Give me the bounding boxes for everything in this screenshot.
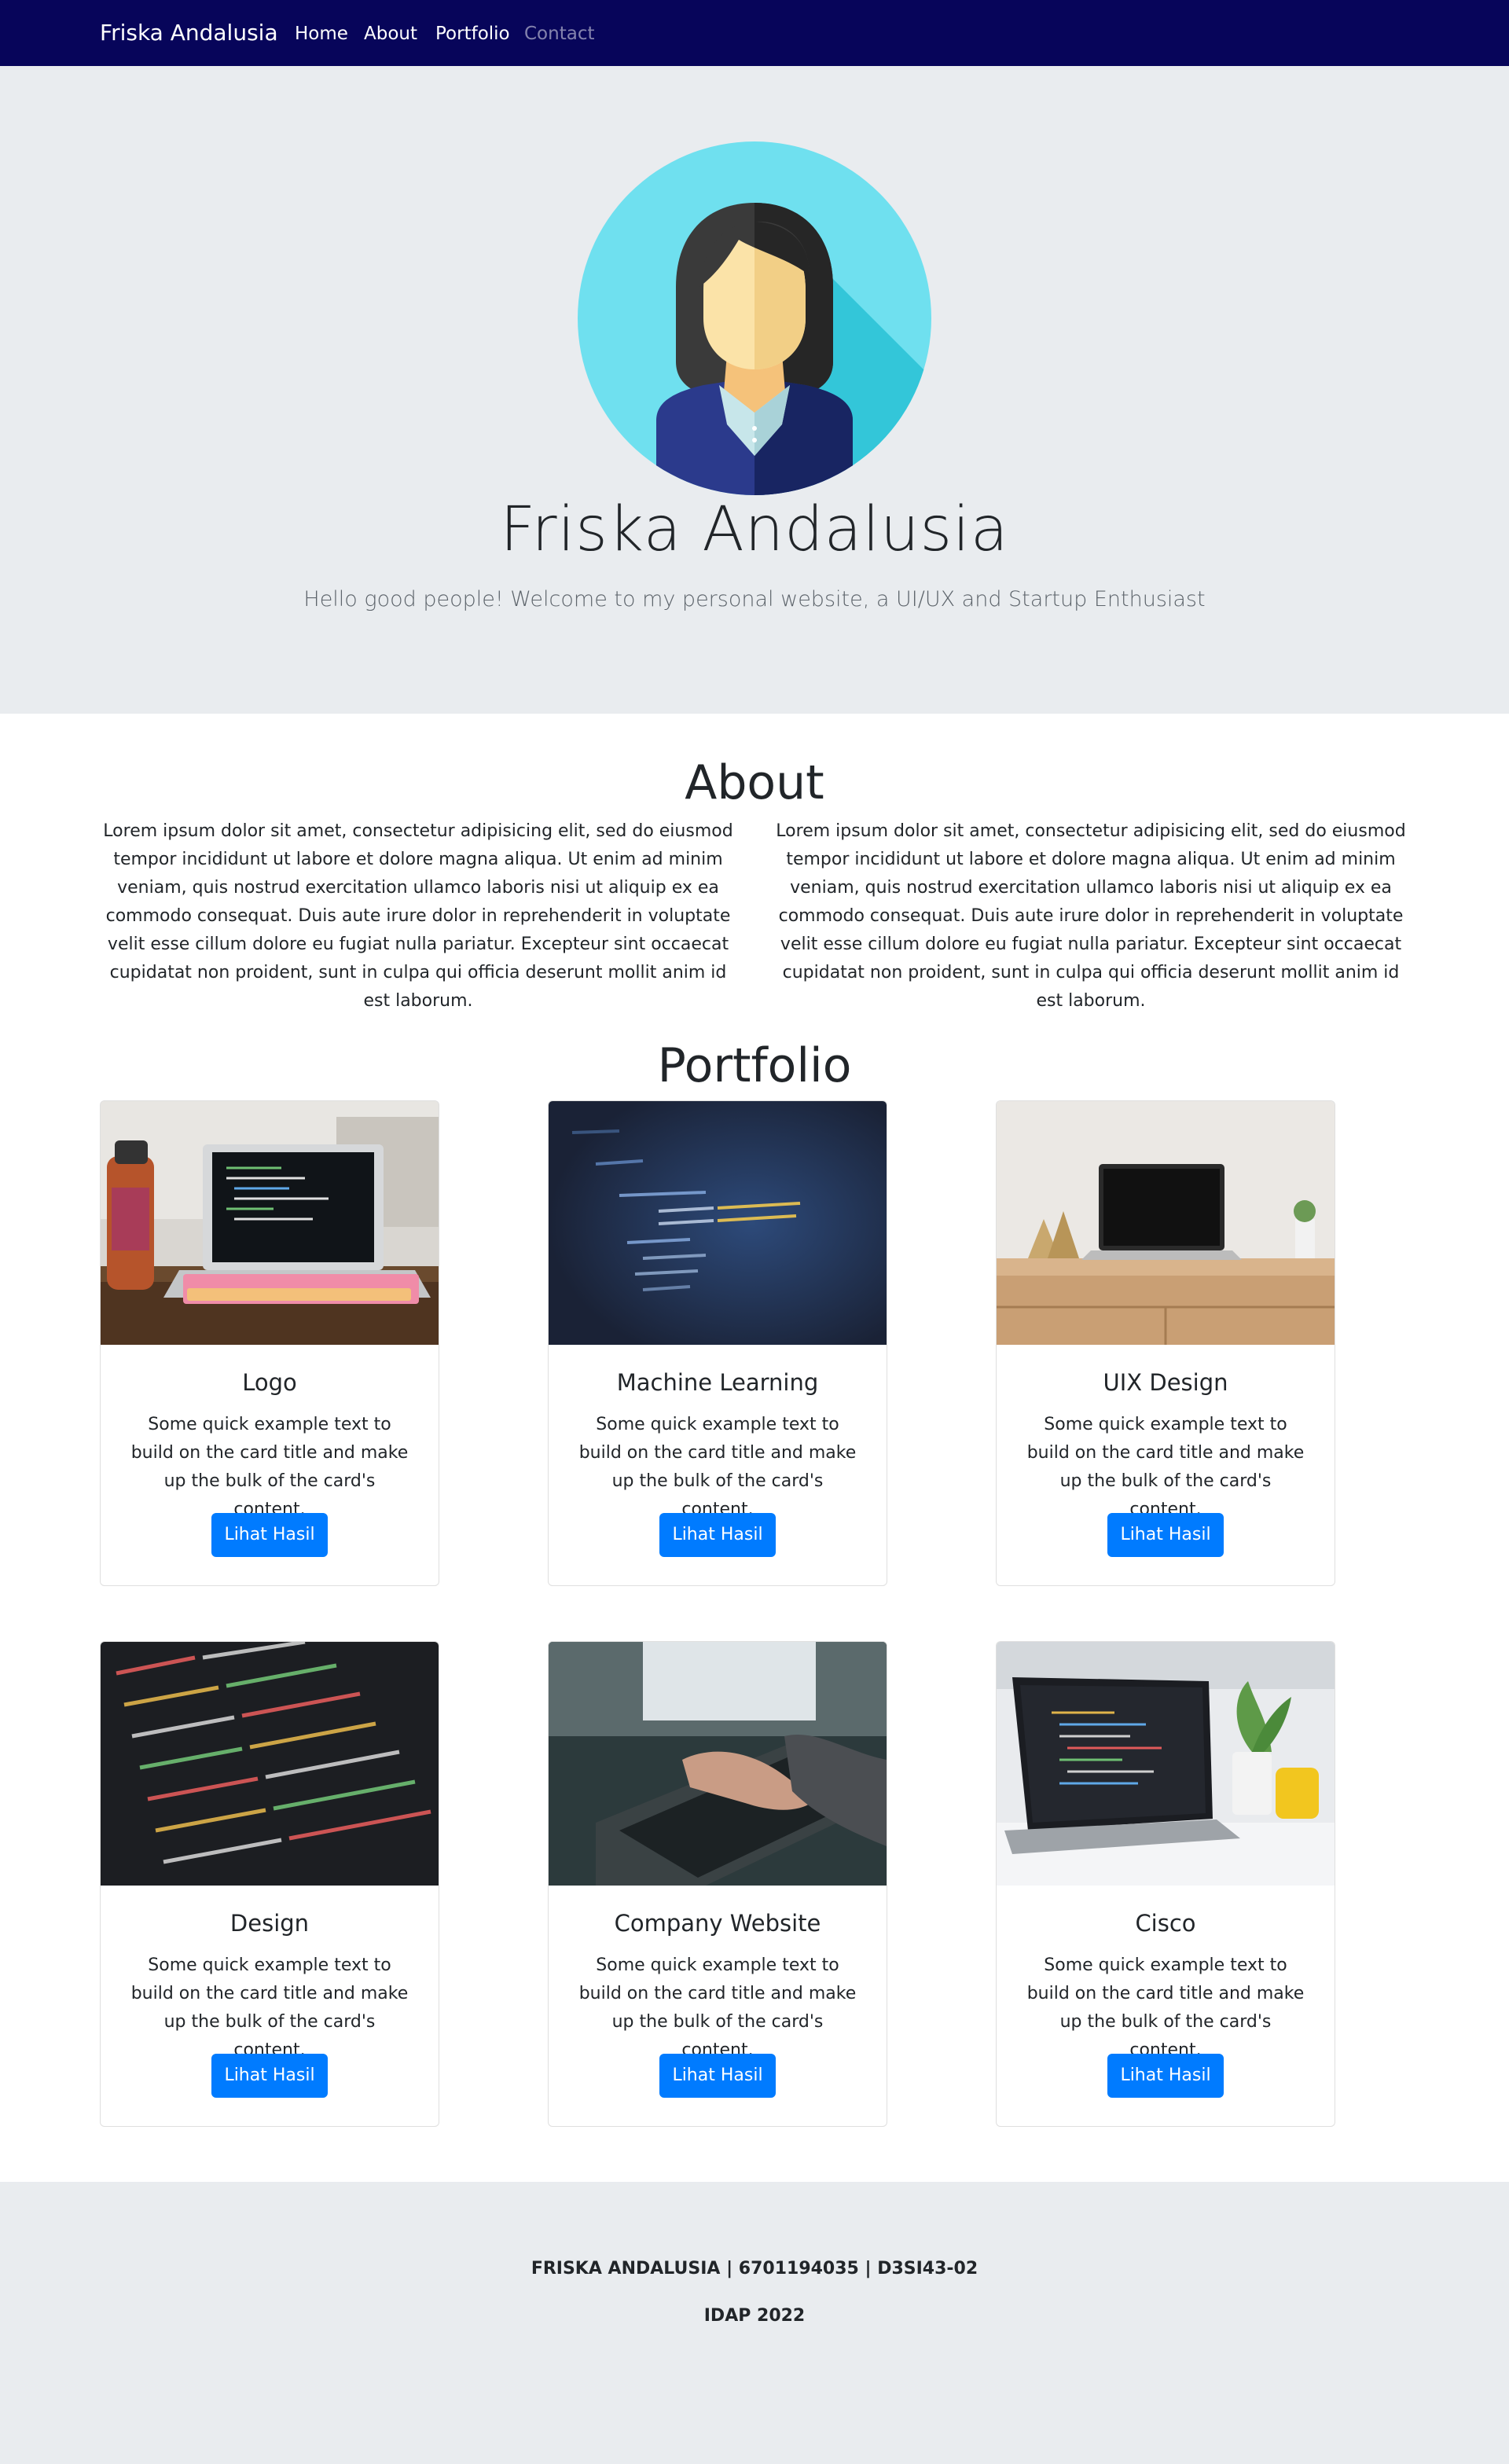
lihat-hasil-button[interactable]: Lihat Hasil bbox=[659, 2054, 776, 2098]
typing-hands-photo bbox=[549, 1642, 887, 1886]
code-screen-photo bbox=[549, 1101, 887, 1345]
lihat-hasil-button[interactable]: Lihat Hasil bbox=[1107, 1513, 1224, 1557]
portfolio-card: Machine Learning Some quick example text… bbox=[548, 1100, 887, 1586]
navbar-brand[interactable]: Friska Andalusia bbox=[100, 19, 278, 47]
card-title: UIX Design bbox=[1103, 1369, 1228, 1396]
portfolio-card: Company Website Some quick example text … bbox=[548, 1641, 887, 2127]
card-title: Logo bbox=[242, 1369, 297, 1396]
card-title: Cisco bbox=[1135, 1910, 1196, 1937]
card-text: Some quick example text to build on the … bbox=[578, 1415, 857, 1519]
portfolio-heading: Portfolio bbox=[657, 1038, 852, 1093]
portfolio-card: Cisco Some quick example text to build o… bbox=[996, 1641, 1335, 2127]
navbar: Friska Andalusia Home About Portfolio Co… bbox=[0, 0, 1509, 66]
about-paragraph-right: Lorem ipsum dolor sit amet, consectetur … bbox=[776, 821, 1406, 1011]
code-closeup-photo bbox=[101, 1642, 439, 1886]
hero-title: Friska Andalusia bbox=[500, 494, 1009, 565]
card-text: Some quick example text to build on the … bbox=[130, 1415, 409, 1519]
hero-section: Friska Andalusia Hello good people! Welc… bbox=[0, 66, 1509, 714]
footer-identity: FRISKA ANDALUSIA | 6701194035 | D3SI43-0… bbox=[531, 2259, 978, 2279]
card-text: Some quick example text to build on the … bbox=[1026, 1955, 1305, 2060]
portfolio-card: UIX Design Some quick example text to bu… bbox=[996, 1100, 1335, 1586]
footer-year: IDAP 2022 bbox=[703, 2306, 806, 2326]
card-title: Design bbox=[229, 1910, 310, 1937]
card-text: Some quick example text to build on the … bbox=[578, 1955, 857, 2060]
lihat-hasil-button[interactable]: Lihat Hasil bbox=[1107, 2054, 1224, 2098]
laptop-table-photo bbox=[997, 1101, 1335, 1345]
lihat-hasil-button[interactable]: Lihat Hasil bbox=[659, 1513, 776, 1557]
about-paragraph-left: Lorem ipsum dolor sit amet, consectetur … bbox=[103, 821, 733, 1011]
lihat-hasil-button[interactable]: Lihat Hasil bbox=[211, 2054, 328, 2098]
card-text: Some quick example text to build on the … bbox=[1026, 1415, 1305, 1519]
footer: FRISKA ANDALUSIA | 6701194035 | D3SI43-0… bbox=[0, 2182, 1509, 2464]
portfolio-card: Design Some quick example text to build … bbox=[100, 1641, 439, 2127]
nav-link-about[interactable]: About bbox=[364, 22, 417, 46]
macbook-plant-photo bbox=[997, 1642, 1335, 1886]
portfolio-card: Logo Some quick example text to build on… bbox=[100, 1100, 439, 1586]
card-title: Machine Learning bbox=[616, 1369, 819, 1396]
woman-avatar-icon bbox=[578, 141, 931, 495]
nav-link-home[interactable]: Home bbox=[295, 22, 348, 46]
nav-link-contact[interactable]: Contact bbox=[524, 22, 594, 46]
about-heading: About bbox=[685, 755, 824, 810]
nav-link-portfolio[interactable]: Portfolio bbox=[435, 22, 510, 46]
card-title: Company Website bbox=[614, 1910, 821, 1937]
card-text: Some quick example text to build on the … bbox=[130, 1955, 409, 2060]
hero-subtitle: Hello good people! Welcome to my persona… bbox=[303, 587, 1206, 611]
laptop-desk-photo bbox=[101, 1101, 439, 1345]
lihat-hasil-button[interactable]: Lihat Hasil bbox=[211, 1513, 328, 1557]
